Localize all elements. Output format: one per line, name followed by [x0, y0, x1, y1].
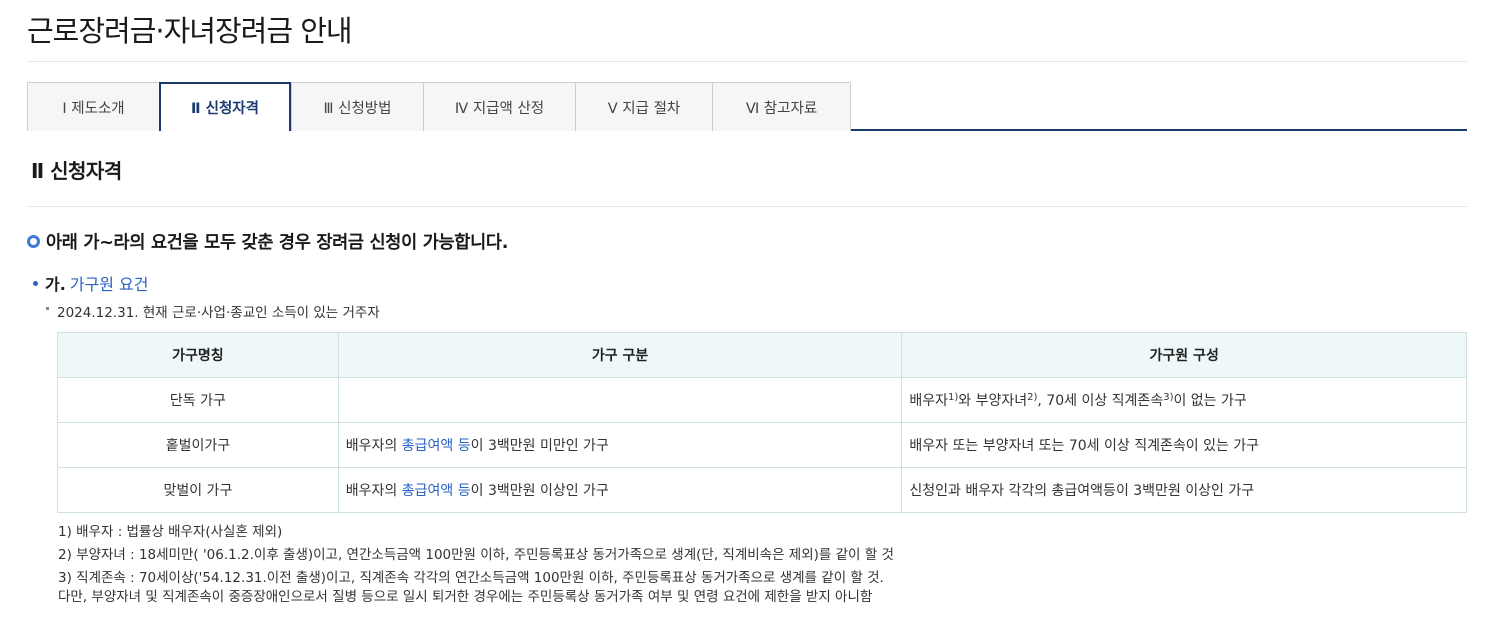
total-salary-link[interactable]: 총급여액 등 — [402, 438, 471, 454]
footnote-ref: 3) — [1163, 392, 1174, 403]
footnotes: 1) 배우자 : 법률상 배우자(사실혼 제외) 2) 부양자녀 : 18세미만… — [58, 521, 894, 609]
division-text: 이 3백만원 이상인 가구 — [470, 483, 609, 499]
composition-text: 배우자 — [909, 393, 949, 409]
tab-eligibility[interactable]: Ⅱ 신청자격 — [159, 82, 291, 133]
cell-household-composition: 배우자 또는 부양자녀 또는 70세 이상 직계존속이 있는 가구 — [901, 422, 1467, 468]
division-text: 배우자의 — [345, 438, 402, 454]
section-divider — [27, 206, 1467, 207]
footnote-dependent-child: 2) 부양자녀 : 18세미만( '06.1.2.이후 출생)이고, 연간소득금… — [58, 547, 894, 563]
cell-household-division — [337, 377, 903, 423]
header-household-division: 가구 구분 — [337, 332, 903, 378]
table-row: 단독 가구 배우자1)와 부양자녀2), 70세 이상 직계존속3)이 없는 가… — [57, 377, 1467, 423]
criteria-line: 2024.12.31. 현재 근로·사업·종교인 소득이 있는 거주자 — [46, 301, 380, 321]
total-salary-link[interactable]: 총급여액 등 — [402, 483, 471, 499]
footnote-spouse: 1) 배우자 : 법률상 배우자(사실혼 제외) — [58, 524, 283, 540]
composition-text: 와 부양자녀 — [958, 393, 1028, 409]
header-household-composition: 가구원 구성 — [901, 332, 1467, 378]
tab-references[interactable]: Ⅵ 참고자료 — [712, 82, 851, 131]
tab-amount[interactable]: Ⅳ 지급액 산정 — [423, 82, 576, 131]
household-table: 가구명칭 가구 구분 가구원 구성 단독 가구 배우자1)와 부양자녀2), 7… — [57, 332, 1467, 513]
cell-household-name: 맞벌이 가구 — [57, 467, 339, 513]
table-header-row: 가구명칭 가구 구분 가구원 구성 — [57, 332, 1467, 378]
table-row: 홑벌이가구 배우자의 총급여액 등이 3백만원 미만인 가구 배우자 또는 부양… — [57, 422, 1467, 468]
tab-procedure[interactable]: Ⅴ 지급 절차 — [575, 82, 713, 131]
eligibility-notice: 아래 가~라의 요건을 모두 갖춘 경우 장려금 신청이 가능합니다. — [27, 229, 508, 254]
footnote-ref: 2) — [1027, 392, 1038, 403]
title-divider — [27, 61, 1467, 62]
section-title: Ⅱ 신청자격 — [31, 159, 122, 183]
criteria-text: 2024.12.31. 현재 근로·사업·종교인 소득이 있는 거주자 — [57, 305, 380, 321]
notice-text: 아래 가~라의 요건을 모두 갖춘 경우 장려금 신청이 가능합니다. — [46, 233, 509, 253]
table-row: 맞벌이 가구 배우자의 총급여액 등이 3백만원 이상인 가구 신청인과 배우자… — [57, 467, 1467, 513]
circle-bullet-icon — [27, 235, 40, 248]
tab-application[interactable]: Ⅲ 신청방법 — [291, 82, 424, 131]
footnote-exception: 다만, 부양자녀 및 직계존속이 중증장애인으로서 질병 등으로 일시 퇴거한 … — [58, 589, 873, 605]
cell-household-name: 홑벌이가구 — [57, 422, 339, 468]
division-text: 이 3백만원 미만인 가구 — [470, 438, 609, 454]
division-text: 배우자의 — [345, 483, 402, 499]
small-bullet-icon — [46, 306, 49, 310]
cell-household-composition: 신청인과 배우자 각각의 총급여액등이 3백만원 이상인 가구 — [901, 467, 1467, 513]
page-title: 근로장려금·자녀장려금 안내 — [27, 14, 353, 48]
sub-heading-prefix: 가. — [45, 275, 66, 294]
cell-household-name: 단독 가구 — [57, 377, 339, 423]
tab-bar: Ⅰ 제도소개 Ⅱ 신청자격 Ⅲ 신청방법 Ⅳ 지급액 산정 Ⅴ 지급 절차 Ⅵ … — [27, 82, 1467, 133]
household-requirement-heading: 가. 가구원 요건 — [33, 271, 149, 295]
composition-text: 이 없는 가구 — [1173, 393, 1247, 409]
tab-intro[interactable]: Ⅰ 제도소개 — [27, 82, 160, 131]
cell-household-composition: 배우자1)와 부양자녀2), 70세 이상 직계존속3)이 없는 가구 — [901, 377, 1467, 423]
bullet-dot-icon — [33, 280, 38, 286]
cell-household-division: 배우자의 총급여액 등이 3백만원 미만인 가구 — [337, 422, 903, 468]
cell-household-division: 배우자의 총급여액 등이 3백만원 이상인 가구 — [337, 467, 903, 513]
header-household-name: 가구명칭 — [57, 332, 339, 378]
footnote-ref: 1) — [948, 392, 959, 403]
sub-heading-title: 가구원 요건 — [69, 275, 149, 294]
composition-text: , 70세 이상 직계존속 — [1037, 393, 1164, 409]
